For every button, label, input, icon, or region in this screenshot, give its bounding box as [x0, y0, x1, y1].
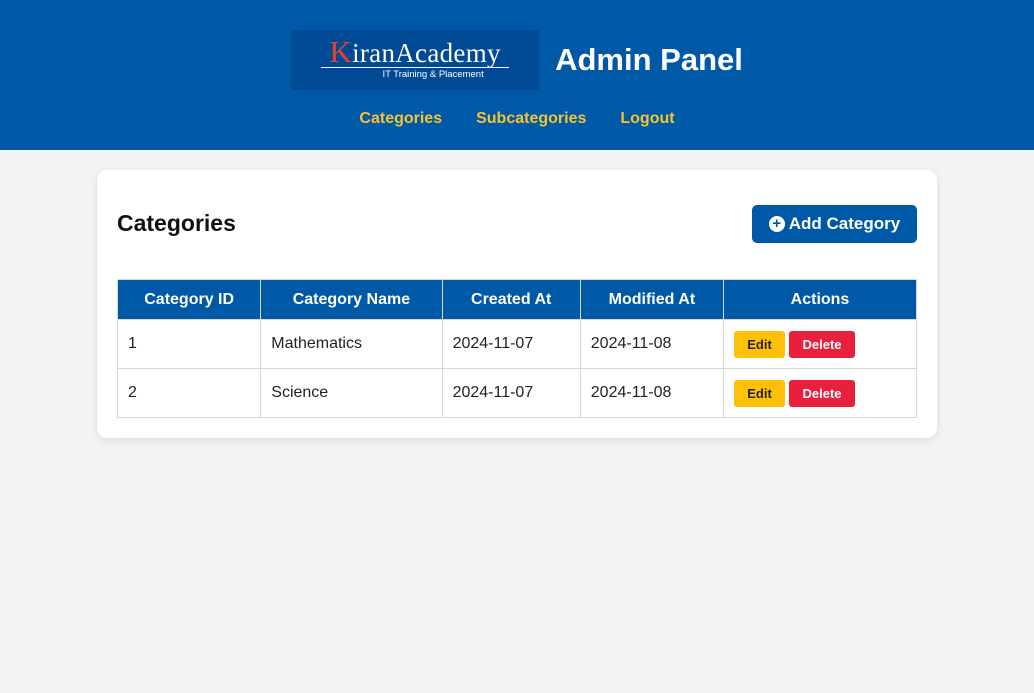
add-category-button[interactable]: + Add Category: [752, 205, 917, 243]
brand: KiranAcademy IT Training & Placement Adm…: [0, 30, 1034, 90]
logo-wordmark: KiranAcademy: [329, 34, 501, 69]
delete-button[interactable]: Delete: [789, 379, 855, 407]
logo-divider: [321, 67, 510, 68]
edit-button[interactable]: Edit: [734, 379, 785, 407]
cell-actions: Edit Delete: [723, 368, 917, 418]
cell-category-id: 1: [116, 319, 262, 369]
edit-button[interactable]: Edit: [734, 330, 785, 358]
cell-created-at: 2024-11-07: [441, 368, 581, 418]
page-title: Admin Panel: [555, 42, 743, 77]
cell-category-id: 2: [116, 368, 262, 418]
table-row: 1 Mathematics 2024-11-07 2024-11-08 Edit…: [116, 319, 917, 369]
column-header-modified-at: Modified At: [579, 279, 725, 320]
categories-card: Categories + Add Category Category ID Ca…: [97, 170, 937, 438]
column-header-created-at: Created At: [441, 279, 581, 320]
cell-modified-at: 2024-11-08: [579, 319, 725, 369]
nav-link-categories[interactable]: Categories: [359, 110, 442, 128]
nav-link-logout[interactable]: Logout: [620, 110, 674, 128]
table-header-row: Category ID Category Name Created At Mod…: [116, 279, 917, 320]
logo-tagline: IT Training & Placement: [382, 69, 484, 80]
delete-button[interactable]: Delete: [789, 330, 855, 358]
section-title: Categories: [117, 210, 236, 236]
plus-circle-icon: +: [768, 216, 785, 232]
column-header-category-id: Category ID: [116, 279, 262, 320]
nav-link-subcategories[interactable]: Subcategories: [476, 110, 586, 128]
kiran-academy-logo: KiranAcademy IT Training & Placement: [291, 30, 540, 90]
categories-table: Category ID Category Name Created At Mod…: [116, 279, 917, 418]
cell-modified-at: 2024-11-08: [579, 368, 725, 418]
cell-category-name: Mathematics: [260, 319, 443, 369]
cell-category-name: Science: [260, 368, 443, 418]
cell-actions: Edit Delete: [723, 319, 917, 369]
table-row: 2 Science 2024-11-07 2024-11-08 Edit Dele…: [116, 368, 917, 418]
column-header-category-name: Category Name: [260, 279, 443, 320]
column-header-actions: Actions: [723, 279, 917, 320]
cell-created-at: 2024-11-07: [441, 319, 581, 369]
main-nav: Categories Subcategories Logout: [0, 110, 1034, 128]
add-category-label: Add Category: [788, 214, 901, 233]
header: KiranAcademy IT Training & Placement Adm…: [0, 0, 1034, 150]
